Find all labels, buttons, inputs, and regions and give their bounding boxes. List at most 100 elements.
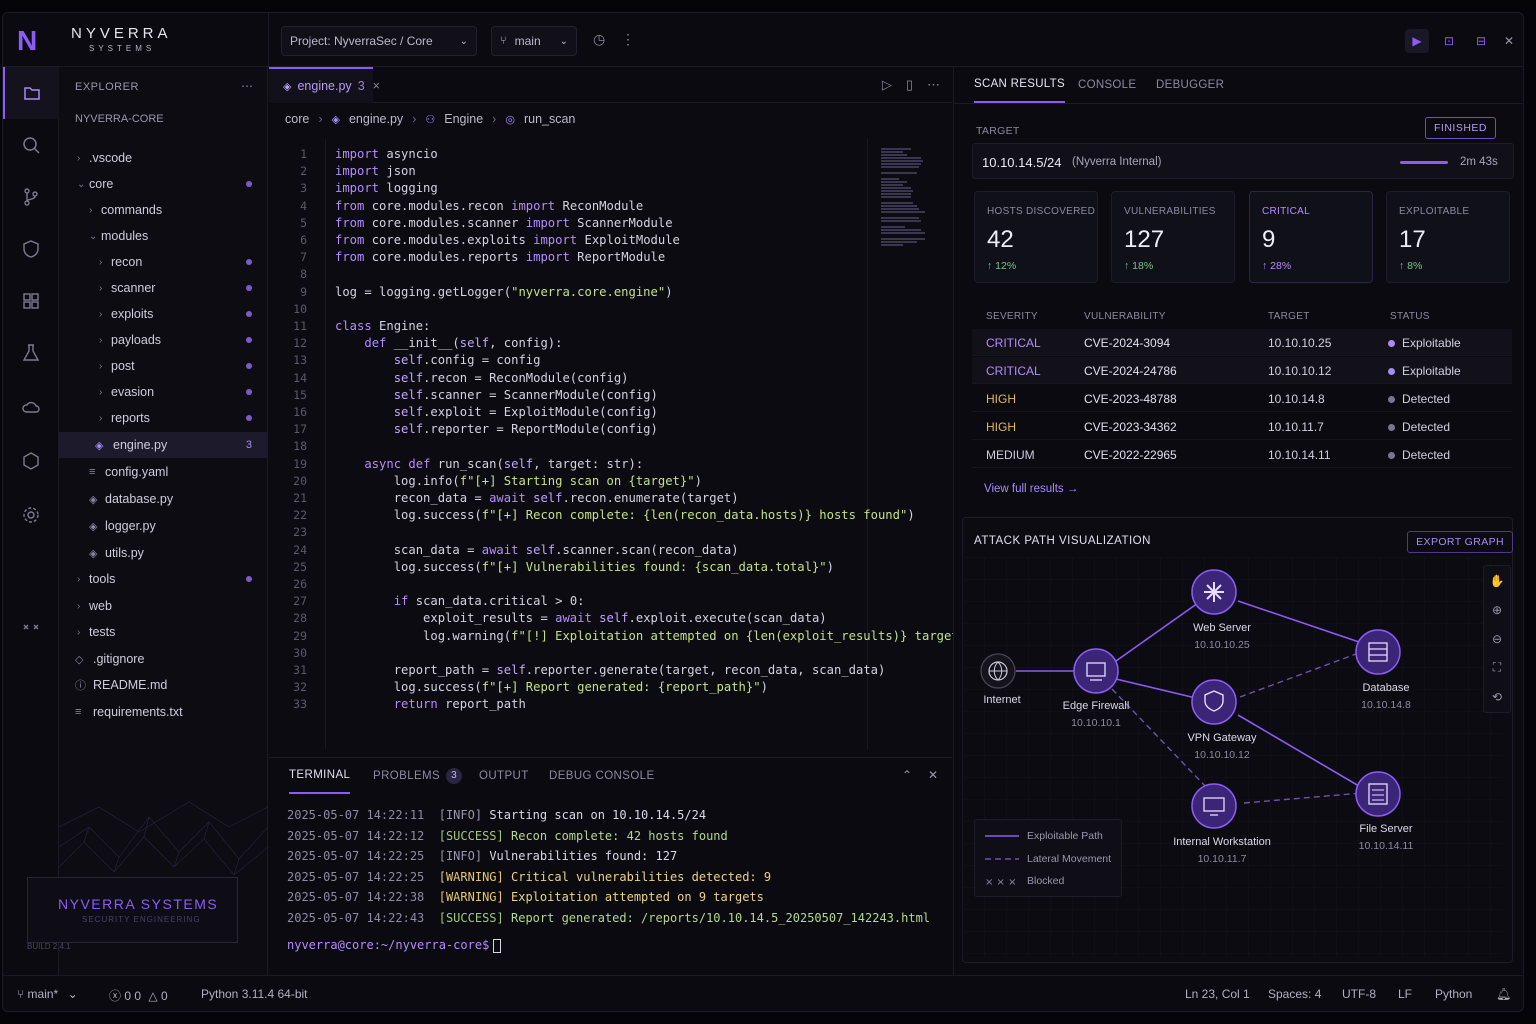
cursor-position[interactable]: Ln 23, Col 1 xyxy=(1185,987,1250,1001)
line-number: 5 xyxy=(300,215,307,230)
tree-folder[interactable]: › evasion xyxy=(59,379,268,405)
tree-file[interactable]: ◈ utils.py xyxy=(59,540,268,566)
node-internal-workstation[interactable] xyxy=(1191,783,1237,829)
python-interpreter[interactable]: Python 3.11.4 64-bit xyxy=(201,987,308,1001)
explorer-icon[interactable] xyxy=(3,67,59,119)
node-label: Internal Workstation xyxy=(1173,836,1271,848)
close-icon[interactable]: ✕ xyxy=(928,768,938,782)
tab-output[interactable]: OUTPUT xyxy=(479,758,529,794)
tree-folder[interactable]: › recon xyxy=(59,249,268,275)
tree-folder[interactable]: › tests xyxy=(59,619,268,645)
tree-folder[interactable]: › commands xyxy=(59,197,268,223)
node-file-server[interactable] xyxy=(1355,771,1401,817)
remote-icon[interactable] xyxy=(3,601,59,653)
tree-folder[interactable]: › scanner xyxy=(59,275,268,301)
line-ending[interactable]: LF xyxy=(1398,987,1412,1001)
export-graph-button[interactable]: EXPORT GRAPH xyxy=(1407,531,1513,553)
problems-status[interactable]: ⓧ 0 0 △ 0 xyxy=(109,987,168,1004)
tab-scan-results[interactable]: SCAN RESULTS xyxy=(974,67,1065,103)
line-number: 3 xyxy=(300,181,307,196)
tree-folder[interactable]: ⌄ core xyxy=(59,171,268,197)
source-control-icon[interactable] xyxy=(3,171,59,223)
legend-item: Lateral Movement xyxy=(1027,853,1112,865)
table-row[interactable]: HIGH CVE-2023-48788 10.10.14.8 Detected xyxy=(972,385,1512,412)
panel-icon[interactable]: ⊡ xyxy=(1437,29,1461,53)
reset-icon[interactable]: ⟲ xyxy=(1484,682,1510,711)
problem-count: 3 xyxy=(245,439,252,451)
tree-file[interactable]: ≡ requirements.txt xyxy=(59,699,268,725)
node-edge-firewall[interactable] xyxy=(1073,648,1119,694)
bell-icon[interactable]: 🔔︎ xyxy=(1496,987,1511,1001)
tree-folder[interactable]: ⌄ modules xyxy=(59,223,268,249)
run-icon[interactable]: ▶ xyxy=(1405,29,1429,53)
tab-console[interactable]: CONSOLE xyxy=(1078,67,1136,103)
tree-file[interactable]: ◇ .gitignore xyxy=(59,646,268,672)
more-icon[interactable]: ⋮ xyxy=(621,31,635,48)
table-row[interactable]: CRITICAL CVE-2024-3094 10.10.10.25 Exploita… xyxy=(972,329,1512,356)
encoding[interactable]: UTF-8 xyxy=(1342,987,1376,1001)
table-row[interactable]: CRITICAL CVE-2024-24786 10.10.10.12 Exploit… xyxy=(972,357,1512,384)
line-number: 13 xyxy=(293,353,307,368)
tree-file-selected[interactable]: ◈ engine.py 3 xyxy=(59,432,268,458)
indentation[interactable]: Spaces: 4 xyxy=(1268,987,1321,1001)
breadcrumb-item[interactable]: core xyxy=(285,112,309,126)
cloud-icon[interactable] xyxy=(3,381,59,433)
gear-icon[interactable] xyxy=(3,489,59,541)
package-icon[interactable] xyxy=(3,435,59,487)
flask-icon[interactable] xyxy=(3,327,59,379)
terminal-prompt[interactable]: nyverra@core:~/nyverra-core$ xyxy=(287,938,502,953)
breadcrumb-item[interactable]: Engine xyxy=(444,112,483,126)
tree-folder[interactable]: › post xyxy=(59,353,268,379)
node-internet[interactable] xyxy=(980,653,1016,689)
tree-folder[interactable]: › web xyxy=(59,593,268,619)
chevron-up-icon[interactable]: ⌃ xyxy=(902,768,912,782)
tree-file[interactable]: ◈ logger.py xyxy=(59,513,268,539)
tree-folder[interactable]: › payloads xyxy=(59,327,268,353)
tree-folder[interactable]: › tools xyxy=(59,566,268,592)
zoom-out-icon[interactable]: ⊖ xyxy=(1484,624,1510,653)
workspace-root[interactable]: NYVERRA-CORE xyxy=(75,113,164,125)
tab-debugger[interactable]: DEBUGGER xyxy=(1156,67,1224,103)
split-editor-icon[interactable]: ▯ xyxy=(906,77,913,93)
tab-terminal[interactable]: TERMINAL xyxy=(289,758,351,794)
shield-icon[interactable] xyxy=(3,223,59,275)
branch-dropdown[interactable]: ⑂ main ⌄ xyxy=(491,26,577,56)
tree-folder[interactable]: › .vscode xyxy=(59,145,268,171)
target-card: TARGET FINISHED 10.10.14.5/24 (Nyverra I… xyxy=(966,113,1514,183)
language-mode[interactable]: Python xyxy=(1435,987,1472,1001)
run-icon[interactable]: ▷ xyxy=(882,77,892,93)
close-icon[interactable]: ✕ xyxy=(1497,29,1521,53)
search-icon[interactable] xyxy=(3,119,59,171)
close-icon[interactable]: × xyxy=(373,79,380,93)
table-row[interactable]: HIGH CVE-2023-34362 10.10.11.7 Detected xyxy=(972,413,1512,440)
hand-icon[interactable]: ✋ xyxy=(1484,566,1510,595)
more-icon[interactable]: ⋯ xyxy=(241,79,253,93)
extensions-icon[interactable] xyxy=(3,275,59,327)
node-vpn-gateway[interactable] xyxy=(1191,679,1237,725)
fit-icon[interactable]: ⛶ xyxy=(1484,653,1510,682)
minimap[interactable] xyxy=(881,147,925,267)
more-icon[interactable]: ⋯ xyxy=(927,77,940,93)
tab-engine-py[interactable]: ◈ engine.py 3 × xyxy=(269,67,380,103)
tab-debug-console[interactable]: DEBUG CONSOLE xyxy=(549,758,655,794)
node-database[interactable] xyxy=(1355,629,1401,675)
node-web-server[interactable] xyxy=(1191,569,1237,615)
branch-status[interactable]: ⑂ main* ⌄ xyxy=(17,987,78,1001)
table-row[interactable]: MEDIUM CVE-2022-22965 10.10.14.11 Detected xyxy=(972,441,1512,468)
tree-folder[interactable]: › reports xyxy=(59,405,268,431)
split-icon[interactable]: ⊟ xyxy=(1469,29,1493,53)
view-full-results-link[interactable]: View full results → xyxy=(984,483,1078,495)
zoom-in-icon[interactable]: ⊕ xyxy=(1484,595,1510,624)
tab-problems[interactable]: PROBLEMS 3 xyxy=(373,758,463,794)
ide-window: N NYVERRA SYSTEMS Project: NyverraSec / … xyxy=(2,12,1524,1012)
tree-file[interactable]: ⓘ README.md xyxy=(59,672,268,698)
breadcrumb-item[interactable]: run_scan xyxy=(524,112,575,126)
tree-folder[interactable]: › exploits xyxy=(59,301,268,327)
project-dropdown[interactable]: Project: NyverraSec / Core ⌄ xyxy=(281,26,477,56)
breadcrumb-item[interactable]: engine.py xyxy=(349,112,403,126)
tree-file[interactable]: ◈ database.py xyxy=(59,486,268,512)
code-area[interactable]: 1 import asyncio 2 import json 3 import loggi… xyxy=(269,139,981,749)
tree-file[interactable]: ≡ config.yaml xyxy=(59,459,268,485)
chevron-right-icon: › xyxy=(412,112,417,126)
history-icon[interactable]: ◷ xyxy=(593,31,605,48)
